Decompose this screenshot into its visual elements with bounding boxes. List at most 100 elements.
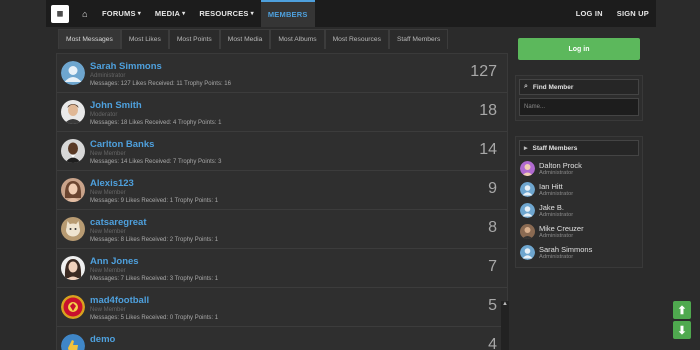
tab-most-resources[interactable]: Most Resources (324, 29, 389, 49)
message-count: 9 (488, 180, 497, 197)
avatar[interactable] (61, 100, 85, 124)
chevron-down-icon: ▾ (182, 11, 186, 17)
login-link[interactable]: LOG IN (569, 0, 610, 27)
staff-role: Administrator (539, 191, 574, 197)
find-member-title: Find Member (532, 83, 574, 91)
avatar[interactable] (520, 224, 535, 239)
home-icon[interactable]: ⌂ (75, 0, 95, 27)
avatar[interactable] (61, 334, 85, 350)
avatar[interactable] (520, 203, 535, 218)
member-name[interactable]: mad4football (90, 295, 149, 306)
member-stats: Messages: 5 Likes Received: 0 Trophy Poi… (90, 315, 219, 321)
logo-glyph: ▦ (57, 8, 63, 19)
staff-item[interactable]: Jake B. Administrator (516, 201, 642, 222)
message-count: 127 (470, 63, 497, 80)
message-count: 8 (488, 219, 497, 236)
member-stats: Messages: 9 Likes Received: 1 Trophy Poi… (90, 198, 219, 204)
member-title: New Member (90, 307, 126, 313)
chevron-down-icon: ▾ (137, 11, 141, 17)
member-name[interactable]: Carlton Banks (90, 139, 154, 150)
staff-role: Administrator (539, 233, 574, 239)
tab-most-likes[interactable]: Most Likes (120, 29, 169, 49)
tab-staff-members[interactable]: Staff Members (388, 29, 449, 49)
avatar[interactable] (520, 161, 535, 176)
scroll-up-icon[interactable]: ▲ (501, 300, 509, 309)
avatar[interactable] (520, 182, 535, 197)
staff-role: Administrator (539, 254, 574, 260)
member-title: Moderator (90, 112, 118, 118)
avatar[interactable] (61, 139, 85, 163)
member-name[interactable]: Alexis123 (90, 178, 134, 189)
avatar[interactable] (61, 295, 85, 319)
member-stats: Messages: 8 Likes Received: 2 Trophy Poi… (90, 237, 219, 243)
arrow-down-icon: ⬇ (677, 324, 687, 337)
avatar[interactable] (61, 256, 85, 280)
nav-resources[interactable]: RESOURCES ▾ (192, 0, 261, 27)
avatar[interactable] (61, 61, 85, 85)
message-count: 14 (479, 141, 497, 158)
list-item: mad4football New Member Messages: 5 Like… (57, 288, 507, 327)
member-stats: Messages: 18 Likes Received: 4 Trophy Po… (90, 120, 222, 126)
nav-forums-label: FORUMS (102, 9, 136, 18)
list-item: catsaregreat New Member Messages: 8 Like… (57, 210, 507, 249)
message-count: 7 (488, 258, 497, 275)
scroll-top-button[interactable]: ⬆ (673, 301, 691, 319)
staff-role: Administrator (539, 170, 574, 176)
site-logo[interactable]: ▦ (51, 4, 69, 23)
tab-most-albums[interactable]: Most Albums (270, 29, 325, 49)
staff-item[interactable]: Sarah Simmons Administrator (516, 243, 642, 264)
nav-media[interactable]: MEDIA ▾ (148, 0, 192, 27)
member-name[interactable]: John Smith (90, 100, 142, 111)
staff-item[interactable]: Mike Creuzer Administrator (516, 222, 642, 243)
message-count: 4 (488, 336, 497, 350)
arrow-up-icon: ⬆ (677, 304, 687, 317)
member-title: New Member (90, 229, 126, 235)
member-stats: Messages: 7 Likes Received: 3 Trophy Poi… (90, 276, 219, 282)
member-tabs: Most Messages Most Likes Most Points Mos… (58, 29, 449, 49)
nav-members[interactable]: MEMBERS (260, 0, 315, 27)
staff-name[interactable]: Mike Creuzer (539, 224, 584, 233)
member-title: Administrator (90, 73, 126, 79)
nav-media-label: MEDIA (154, 9, 181, 18)
staff-members-panel: ▸ Staff Members Dalton Prock Administrat… (515, 136, 643, 268)
staff-item[interactable]: Ian Hitt Administrator (516, 180, 642, 201)
member-title: New Member (90, 268, 126, 274)
staff-members-header: ▸ Staff Members (519, 140, 639, 156)
play-icon: ▸ (524, 145, 528, 152)
list-item: Ann Jones New Member Messages: 7 Likes R… (57, 249, 507, 288)
member-name[interactable]: Sarah Simmons (90, 61, 162, 72)
tab-most-media[interactable]: Most Media (219, 29, 271, 49)
list-item: Alexis123 New Member Messages: 9 Likes R… (57, 171, 507, 210)
search-icon: ⌕ (524, 83, 528, 90)
staff-role: Administrator (539, 212, 574, 218)
chevron-down-icon: ▾ (250, 11, 254, 17)
message-count: 18 (479, 102, 497, 119)
signup-link[interactable]: SIGN UP (610, 0, 656, 27)
staff-members-title: Staff Members (532, 144, 578, 152)
scroll-bottom-button[interactable]: ⬇ (673, 321, 691, 339)
staff-name[interactable]: Sarah Simmons (539, 245, 592, 254)
avatar[interactable] (61, 217, 85, 241)
tab-most-messages[interactable]: Most Messages (58, 29, 121, 49)
login-button[interactable]: Log in (518, 38, 640, 60)
nav-members-label: MEMBERS (267, 10, 308, 19)
member-title: New Member (90, 151, 126, 157)
staff-name[interactable]: Jake B. (539, 203, 564, 212)
member-list: Sarah Simmons Administrator Messages: 12… (56, 53, 508, 350)
member-name[interactable]: Ann Jones (90, 256, 139, 267)
member-stats: Messages: 127 Likes Received: 11 Trophy … (90, 81, 231, 87)
avatar[interactable] (520, 245, 535, 260)
staff-name[interactable]: Dalton Prock (539, 161, 582, 170)
member-name[interactable]: demo (90, 334, 115, 345)
top-navbar: ▦ ⌂ FORUMS ▾ MEDIA ▾ RESOURCES ▾ MEMBERS LO… (46, 0, 656, 27)
staff-name[interactable]: Ian Hitt (539, 182, 563, 191)
avatar[interactable] (61, 178, 85, 202)
find-member-panel: ⌕ Find Member Name... (515, 75, 643, 121)
find-member-input[interactable]: Name... (519, 98, 639, 116)
message-count: 5 (488, 297, 497, 314)
nav-forums[interactable]: FORUMS ▾ (95, 0, 148, 27)
tab-most-points[interactable]: Most Points (168, 29, 220, 49)
member-name[interactable]: catsaregreat (90, 217, 147, 228)
staff-item[interactable]: Dalton Prock Administrator (516, 159, 642, 180)
list-item: demo 4 (57, 327, 507, 350)
